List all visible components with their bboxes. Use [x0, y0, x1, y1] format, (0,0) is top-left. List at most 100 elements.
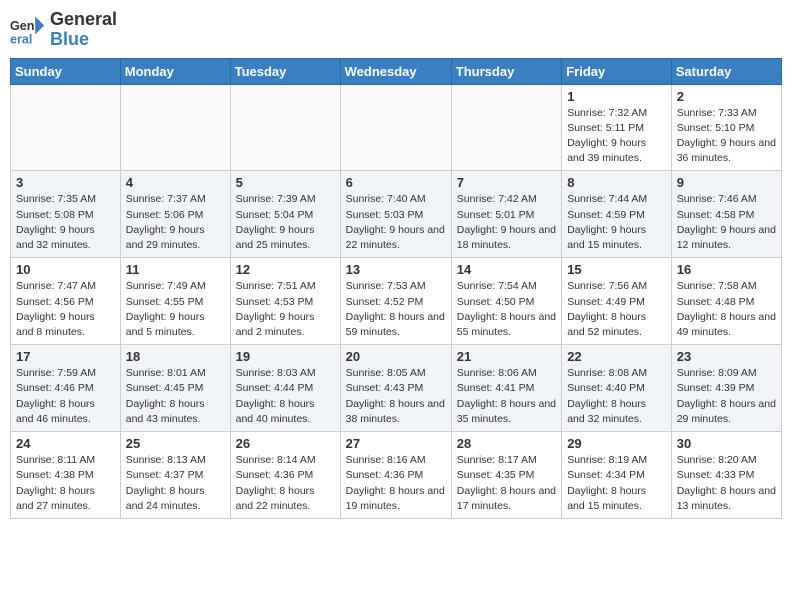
day-header-sunday: Sunday [11, 58, 121, 84]
day-number: 22 [567, 349, 666, 364]
calendar-cell: 25Sunrise: 8:13 AM Sunset: 4:37 PM Dayli… [120, 432, 230, 519]
day-number: 10 [16, 262, 115, 277]
calendar-cell: 29 Sunrise: 8:19 AM Sunset: 4:34 PM Dayli… [562, 432, 672, 519]
calendar-cell [230, 84, 340, 171]
day-info: Sunrise: 7:49 AM Sunset: 4:55 PM Dayligh… [126, 279, 225, 340]
day-number: 18 [126, 349, 225, 364]
day-info: Sunrise: 7:47 AM Sunset: 4:56 PM Dayligh… [16, 279, 115, 340]
calendar-cell [451, 84, 561, 171]
logo: Gen eral General Blue [10, 10, 117, 50]
calendar-cell: 27 Sunrise: 8:16 AM Sunset: 4:36 PM Dayli… [340, 432, 451, 519]
day-number: 19 [236, 349, 335, 364]
day-number: 12 [236, 262, 335, 277]
day-number: 25 [126, 436, 225, 451]
calendar-cell: 20 Sunrise: 8:05 AM Sunset: 4:43 PM Dayli… [340, 345, 451, 432]
calendar-week-4: 17 Sunrise: 7:59 AM Sunset: 4:46 PM Dayli… [11, 345, 782, 432]
calendar-cell: 11 Sunrise: 7:49 AM Sunset: 4:55 PM Dayli… [120, 258, 230, 345]
logo-line2: Blue [50, 30, 117, 50]
day-info: Sunrise: 7:40 AM Sunset: 5:03 PM Dayligh… [346, 192, 446, 253]
day-info: Sunrise: 7:42 AM Sunset: 5:01 PM Dayligh… [457, 192, 556, 253]
header-top: Gen eral General Blue [10, 10, 782, 50]
calendar-cell: 10 Sunrise: 7:47 AM Sunset: 4:56 PM Dayli… [11, 258, 121, 345]
day-info: Sunrise: 7:56 AM Sunset: 4:49 PM Dayligh… [567, 279, 666, 340]
day-number: 21 [457, 349, 556, 364]
day-header-wednesday: Wednesday [340, 58, 451, 84]
calendar-cell: 4 Sunrise: 7:37 AM Sunset: 5:06 PM Daylig… [120, 171, 230, 258]
calendar-cell: 1 Sunrise: 7:32 AM Sunset: 5:11 PM Daylig… [562, 84, 672, 171]
day-info: Sunrise: 7:39 AM Sunset: 5:04 PM Dayligh… [236, 192, 335, 253]
calendar-cell: 2 Sunrise: 7:33 AM Sunset: 5:10 PM Daylig… [671, 84, 781, 171]
day-info: Sunrise: 8:19 AM Sunset: 4:34 PM Dayligh… [567, 453, 666, 514]
calendar-header-row: SundayMondayTuesdayWednesdayThursdayFrid… [11, 58, 782, 84]
calendar-cell: 17 Sunrise: 7:59 AM Sunset: 4:46 PM Dayli… [11, 345, 121, 432]
day-number: 17 [16, 349, 115, 364]
day-info: Sunrise: 8:03 AM Sunset: 4:44 PM Dayligh… [236, 366, 335, 427]
day-number: 2 [677, 89, 776, 104]
day-info: Sunrise: 8:14 AM Sunset: 4:36 PM Dayligh… [236, 453, 335, 514]
calendar-cell [120, 84, 230, 171]
calendar-cell: 19 Sunrise: 8:03 AM Sunset: 4:44 PM Dayli… [230, 345, 340, 432]
day-number: 29 [567, 436, 666, 451]
day-info: Sunrise: 8:11 AM Sunset: 4:38 PM Dayligh… [16, 453, 115, 514]
day-number: 11 [126, 262, 225, 277]
day-header-monday: Monday [120, 58, 230, 84]
calendar-cell: 30 Sunrise: 8:20 AM Sunset: 4:33 PM Dayli… [671, 432, 781, 519]
day-info: Sunrise: 8:08 AM Sunset: 4:40 PM Dayligh… [567, 366, 666, 427]
day-info: Sunrise: 8:01 AM Sunset: 4:45 PM Dayligh… [126, 366, 225, 427]
day-info: Sunrise: 7:53 AM Sunset: 4:52 PM Dayligh… [346, 279, 446, 340]
day-info: Sunrise: 8:09 AM Sunset: 4:39 PM Dayligh… [677, 366, 776, 427]
calendar-week-3: 10 Sunrise: 7:47 AM Sunset: 4:56 PM Dayli… [11, 258, 782, 345]
day-number: 1 [567, 89, 666, 104]
day-number: 24 [16, 436, 115, 451]
calendar-cell: 3Sunrise: 7:35 AM Sunset: 5:08 PM Daylig… [11, 171, 121, 258]
day-info: Sunrise: 7:54 AM Sunset: 4:50 PM Dayligh… [457, 279, 556, 340]
day-number: 9 [677, 175, 776, 190]
day-number: 15 [567, 262, 666, 277]
calendar-cell: 8Sunrise: 7:44 AM Sunset: 4:59 PM Daylig… [562, 171, 672, 258]
day-info: Sunrise: 8:16 AM Sunset: 4:36 PM Dayligh… [346, 453, 446, 514]
calendar-cell: 13 Sunrise: 7:53 AM Sunset: 4:52 PM Dayli… [340, 258, 451, 345]
day-number: 20 [346, 349, 446, 364]
logo-line1: General [50, 10, 117, 30]
day-header-saturday: Saturday [671, 58, 781, 84]
day-number: 13 [346, 262, 446, 277]
day-header-thursday: Thursday [451, 58, 561, 84]
day-number: 14 [457, 262, 556, 277]
day-number: 6 [346, 175, 446, 190]
calendar-cell: 26 Sunrise: 8:14 AM Sunset: 4:36 PM Dayli… [230, 432, 340, 519]
day-info: Sunrise: 7:32 AM Sunset: 5:11 PM Dayligh… [567, 106, 666, 167]
day-header-friday: Friday [562, 58, 672, 84]
calendar-cell: 21Sunrise: 8:06 AM Sunset: 4:41 PM Dayli… [451, 345, 561, 432]
svg-text:eral: eral [10, 32, 32, 46]
day-info: Sunrise: 7:35 AM Sunset: 5:08 PM Dayligh… [16, 192, 115, 253]
day-number: 16 [677, 262, 776, 277]
day-number: 8 [567, 175, 666, 190]
day-info: Sunrise: 7:51 AM Sunset: 4:53 PM Dayligh… [236, 279, 335, 340]
calendar-cell: 12 Sunrise: 7:51 AM Sunset: 4:53 PM Dayli… [230, 258, 340, 345]
calendar-cell: 9Sunrise: 7:46 AM Sunset: 4:58 PM Daylig… [671, 171, 781, 258]
day-number: 26 [236, 436, 335, 451]
day-header-tuesday: Tuesday [230, 58, 340, 84]
day-number: 23 [677, 349, 776, 364]
calendar: SundayMondayTuesdayWednesdayThursdayFrid… [10, 58, 782, 519]
day-info: Sunrise: 8:05 AM Sunset: 4:43 PM Dayligh… [346, 366, 446, 427]
calendar-cell: 14 Sunrise: 7:54 AM Sunset: 4:50 PM Dayli… [451, 258, 561, 345]
day-number: 28 [457, 436, 556, 451]
calendar-cell: 23 Sunrise: 8:09 AM Sunset: 4:39 PM Dayli… [671, 345, 781, 432]
calendar-cell: 22 Sunrise: 8:08 AM Sunset: 4:40 PM Dayli… [562, 345, 672, 432]
calendar-cell: 7Sunrise: 7:42 AM Sunset: 5:01 PM Daylig… [451, 171, 561, 258]
calendar-cell: 28 Sunrise: 8:17 AM Sunset: 4:35 PM Dayli… [451, 432, 561, 519]
calendar-cell: 16Sunrise: 7:58 AM Sunset: 4:48 PM Dayli… [671, 258, 781, 345]
day-info: Sunrise: 7:59 AM Sunset: 4:46 PM Dayligh… [16, 366, 115, 427]
day-info: Sunrise: 8:17 AM Sunset: 4:35 PM Dayligh… [457, 453, 556, 514]
day-info: Sunrise: 8:20 AM Sunset: 4:33 PM Dayligh… [677, 453, 776, 514]
calendar-week-1: 1 Sunrise: 7:32 AM Sunset: 5:11 PM Daylig… [11, 84, 782, 171]
day-number: 30 [677, 436, 776, 451]
calendar-cell: 5Sunrise: 7:39 AM Sunset: 5:04 PM Daylig… [230, 171, 340, 258]
svg-text:Gen: Gen [10, 19, 35, 33]
day-number: 4 [126, 175, 225, 190]
day-info: Sunrise: 7:37 AM Sunset: 5:06 PM Dayligh… [126, 192, 225, 253]
day-number: 27 [346, 436, 446, 451]
day-info: Sunrise: 7:33 AM Sunset: 5:10 PM Dayligh… [677, 106, 776, 167]
calendar-week-5: 24 Sunrise: 8:11 AM Sunset: 4:38 PM Dayli… [11, 432, 782, 519]
